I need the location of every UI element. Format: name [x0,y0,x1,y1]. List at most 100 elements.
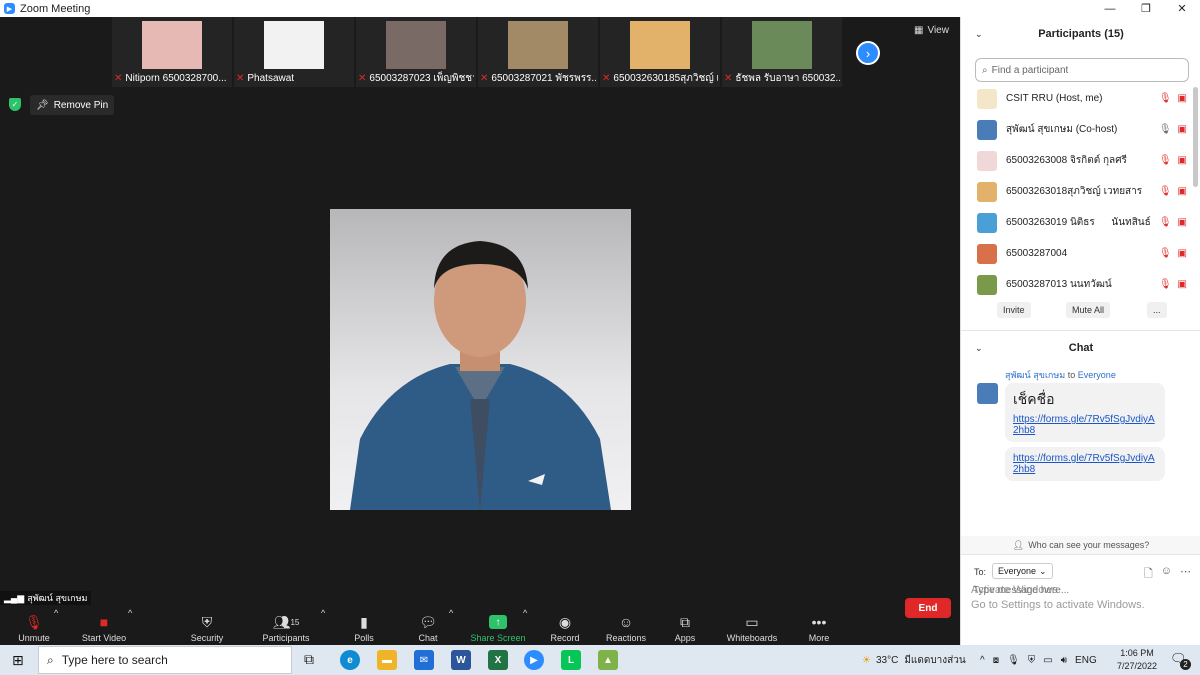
weather-temp: 33°C [875,654,899,666]
file-icon[interactable]: 🗋︎ [1144,565,1153,584]
participant-search-input[interactable]: ⌕ Find a participant [975,58,1189,82]
participant-row[interactable]: 65003263019 นิติธร นันทสินธ์ 🎙︎ ▣ [961,207,1193,238]
chat-label: Chat [418,633,438,643]
who-can-see-link[interactable]: 👤︎ Who can see your messages? [961,536,1200,554]
minimize-button[interactable]: — [1092,0,1128,17]
video-strip: ✕ Nitiporn 6500328700... ✕ Phatsawat ✕ 6500… [112,17,842,87]
invite-button[interactable]: Invite [997,302,1031,318]
participant-row[interactable]: 65003263008 จิรกิตต์ กุลศรี 🎙︎ ▣ [961,145,1193,176]
participant-row[interactable]: สุพัฒน์ สุขเกษม (Co-host) 🎙︎ ▣ [961,114,1193,145]
participant-row[interactable]: 65003287013 นนทวัฒน์ 🎙︎ ▣ [961,269,1193,300]
mic-icon[interactable]: 🎙︎ [1007,655,1020,666]
participant-name: 65003263018สุภวิชญ์ เวทยสาร [1006,186,1143,197]
recipient-select[interactable]: Everyone ⌄ [992,563,1053,579]
message-link[interactable]: https://forms.gle/7Rv5fSgJvdiyA2hb8 [1013,414,1155,436]
more-dots-icon[interactable]: ⋯ [1180,565,1191,584]
clock-time: 1:06 PM [1120,648,1154,658]
video-tile[interactable]: ✕ ธัชพล รับอาษา 650032... [722,17,842,87]
windows-taskbar: ⊞ ⌕ Type here to search ⧉ e ▬ ✉ W X ▶ L … [0,645,1200,675]
whiteboard-icon: ▭ [745,613,759,630]
video-tile[interactable]: ✕ Phatsawat [234,17,354,87]
weather-widget[interactable]: ☀ 33°C มีแดดบางส่วน [862,645,966,675]
task-view-icon[interactable]: ⧉ [304,651,314,668]
tile-name: Phatsawat [247,72,295,84]
zoom-taskbar-icon[interactable]: ▶ [524,650,544,670]
panel-divider [961,330,1200,331]
language-indicator[interactable]: ENG [1075,655,1097,666]
message-link[interactable]: https://forms.gle/7Rv5fSgJvdiyA2hb8 [1013,453,1155,475]
participant-row[interactable]: CSIT RRU (Host, me) 🎙︎ ▣ [961,83,1193,114]
collapse-chevron-icon[interactable]: ⌄ [975,29,983,40]
word-icon[interactable]: W [451,650,471,670]
close-button[interactable]: ✕ [1164,0,1200,17]
chat-options-chevron-icon[interactable]: ^ [449,608,453,620]
remove-pin-button[interactable]: 📌︎ Remove Pin [30,95,115,115]
video-tile[interactable]: ✕ Nitiporn 6500328700... [112,17,232,87]
video-options-chevron-icon[interactable]: ^ [128,608,132,620]
record-label: Record [550,633,580,643]
mic-icon: 🎙︎ [1158,124,1172,135]
restore-button[interactable]: ❐ [1128,0,1164,17]
taskbar-search-input[interactable]: ⌕ Type here to search [38,646,292,674]
message-sender[interactable]: สุพัฒน์ สุขเกษม [1005,370,1065,380]
participant-row[interactable]: 65003287004 🎙︎ ▣ [961,238,1193,269]
recipient-value: Everyone [998,566,1037,576]
participant-thumbnail [630,21,690,69]
video-tile[interactable]: ✕ 65003287021 พัชรพรร... [478,17,598,87]
encryption-shield-icon[interactable]: ✓ [9,98,21,111]
record-button[interactable]: ◉ Record [548,608,582,645]
video-off-icon: ▣ [1177,279,1187,290]
record-icon: ◉ [558,613,572,630]
participants-button[interactable]: 👥︎ 15 Participants [258,608,314,645]
participants-more-button[interactable]: ... [1147,302,1167,318]
muted-mic-icon: 🎙︎ [1158,155,1172,166]
mail-icon[interactable]: ✉ [414,650,434,670]
participants-count: 15 [290,617,300,627]
line-icon[interactable]: L [561,650,581,670]
file-explorer-icon[interactable]: ▬ [377,650,397,670]
avatar [977,243,997,264]
volume-icon[interactable]: 🔊︎ [1061,655,1067,666]
photos-icon[interactable]: ▲ [598,650,618,670]
chevron-up-icon[interactable]: ^ [980,655,985,666]
edge-icon[interactable]: e [340,650,360,670]
reactions-button[interactable]: ☺ Reactions [604,608,648,645]
chat-button[interactable]: 💬︎ Chat [412,608,444,645]
meeting-toolbar: 🎙︎ Unmute ^ ■ Start Video ^ ⛨ Security 👥… [0,608,960,645]
video-tile[interactable]: ✕ 650032630185สุภวิชญ์ เ... [600,17,720,87]
view-button[interactable]: ▦ View [914,25,949,36]
excel-icon[interactable]: X [488,650,508,670]
avatar [977,181,997,202]
whiteboards-button[interactable]: ▭ Whiteboards [724,608,780,645]
meet-now-icon[interactable]: ⧇ [993,655,999,666]
mute-all-button[interactable]: Mute All [1066,302,1111,318]
apps-button[interactable]: ⧉ Apps [672,608,698,645]
participant-name: สุพัฒน์ สุขเกษม (Co-host) [1006,124,1118,135]
polls-button[interactable]: ▮ Polls [348,608,380,645]
participant-name: CSIT RRU (Host, me) [1006,93,1103,104]
pin-icon: 📌︎ [36,99,49,111]
emoji-icon[interactable]: ☺ [1161,565,1172,584]
taskbar-clock[interactable]: 1:06 PM 7/27/2022 [1112,647,1162,673]
security-button[interactable]: ⛨ Security [187,608,227,645]
avatar [977,88,997,109]
end-meeting-button[interactable]: End [905,598,951,618]
share-screen-button[interactable]: ↑ Share Screen [470,608,526,645]
participant-row[interactable]: 65003263018สุภวิชญ์ เวทยสาร 🎙︎ ▣ [961,176,1193,207]
video-tile[interactable]: ✕ 65003287023 เพ็ญพิชชา [356,17,476,87]
windows-start-icon[interactable]: ⊞ [12,652,24,669]
collapse-chevron-icon[interactable]: ⌄ [975,343,983,354]
security-tray-icon[interactable]: ⛨ [1028,655,1036,666]
participant-scrollbar[interactable] [1193,87,1198,187]
audio-options-chevron-icon[interactable]: ^ [54,608,58,620]
search-icon: ⌕ [47,652,54,667]
next-page-button[interactable]: › [856,41,880,65]
start-video-button[interactable]: ■ Start Video [78,608,130,645]
network-icon[interactable]: ▭ [1043,655,1052,666]
speaker-portrait [350,241,611,510]
share-options-chevron-icon[interactable]: ^ [523,608,527,620]
more-button[interactable]: ••• More [806,608,832,645]
whiteboards-label: Whiteboards [726,633,778,643]
participants-options-chevron-icon[interactable]: ^ [321,608,325,620]
unmute-button[interactable]: 🎙︎ Unmute [14,608,54,645]
